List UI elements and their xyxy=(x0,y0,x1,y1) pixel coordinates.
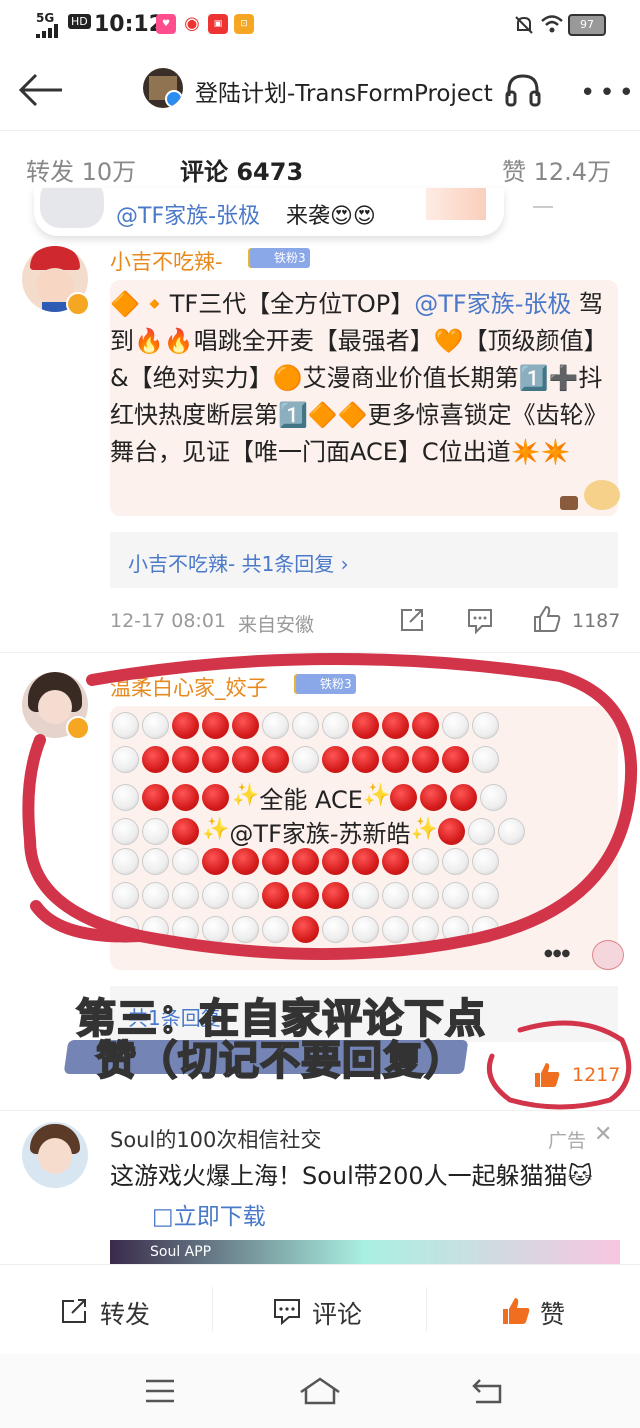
back-nav-icon[interactable] xyxy=(470,1376,504,1406)
weibo-icon: ◉ xyxy=(182,14,202,34)
verified-badge xyxy=(66,292,90,316)
hd-badge: HD xyxy=(68,14,91,29)
top-nav: 登陆计划-TransFormProject ••• xyxy=(0,50,640,131)
like-bar-icon[interactable] xyxy=(500,1295,532,1327)
tab-likes[interactable]: 赞 12.4万 xyxy=(502,152,611,187)
tab-comments[interactable]: 评论 6473 xyxy=(180,152,303,187)
card-decoration xyxy=(426,188,486,220)
signal-indicator: 5G xyxy=(36,11,55,25)
app-notification-icon-3: ⊡ xyxy=(234,14,254,34)
card-text: 来袭😍😍 xyxy=(286,204,376,229)
tab-reposts[interactable]: 转发 10万 xyxy=(26,152,136,187)
card-thumbnail xyxy=(40,188,104,228)
divider-dash xyxy=(533,206,553,208)
like-button[interactable]: 赞 xyxy=(540,1295,565,1331)
ad-text: 这游戏火爆上海！Soul带200人一起躲猫猫🐱 xyxy=(110,1162,593,1190)
card-mention[interactable]: @TF家族-张极 xyxy=(116,198,260,230)
divider xyxy=(426,1287,427,1331)
comment-icon[interactable] xyxy=(466,606,494,634)
more-options-icon[interactable]: ••• xyxy=(580,78,638,108)
comment-time: 12-17 08:01 xyxy=(110,610,227,632)
ad-banner[interactable]: Soul APP xyxy=(110,1240,620,1266)
back-arrow-icon[interactable] xyxy=(18,72,64,108)
battery-indicator: 97 xyxy=(568,14,606,36)
like-icon[interactable] xyxy=(532,604,562,634)
bottom-action-bar: 转发 评论 赞 xyxy=(0,1264,640,1355)
floating-comment-card[interactable]: @TF家族-张极 来袭😍😍 xyxy=(34,188,504,236)
share-icon[interactable] xyxy=(398,606,426,634)
wifi-icon xyxy=(541,15,563,33)
menu-icon[interactable] xyxy=(144,1378,176,1404)
sticker-decoration xyxy=(556,476,626,516)
divider xyxy=(212,1287,213,1331)
ad-username[interactable]: Soul的100次相信社交 xyxy=(110,1124,321,1154)
repost-icon[interactable] xyxy=(60,1297,90,1325)
reply-preview[interactable]: 小吉不吃辣- 共1条回复 › xyxy=(110,532,618,588)
like-count: 1187 xyxy=(572,610,621,632)
comment-bar-icon[interactable] xyxy=(272,1297,302,1325)
home-icon[interactable] xyxy=(298,1376,342,1406)
repost-button[interactable]: 转发 xyxy=(100,1295,150,1331)
account-avatar[interactable] xyxy=(143,68,183,108)
comment-mention[interactable]: @TF家族-张极 xyxy=(414,290,571,318)
headphones-icon[interactable] xyxy=(504,72,542,108)
divider-2 xyxy=(0,1110,640,1111)
signal-icon xyxy=(36,24,58,38)
comment-button[interactable]: 评论 xyxy=(312,1295,362,1331)
page-title: 登陆计划-TransFormProject xyxy=(195,81,493,107)
system-nav-bar xyxy=(0,1354,640,1428)
caption-line-2: 赞（切记不要回复） xyxy=(95,1037,465,1085)
ad-avatar[interactable] xyxy=(22,1122,88,1188)
app-notification-icon-2: ▣ xyxy=(208,14,228,34)
caption-line-1: 第三：在自家评论下点 xyxy=(75,995,486,1043)
status-bar: 5G HD 10:12 ♥ ◉ ▣ ⊡ 97 xyxy=(0,0,640,50)
comment-username[interactable]: 小吉不吃辣- xyxy=(110,246,223,276)
comment-text: 🔶🔸TF三代【全方位TOP】@TF家族-张极 驾到🔥🔥唱跳全开麦【最强者】🧡【顶… xyxy=(110,290,608,466)
ad-tag: 广告 xyxy=(548,1130,587,1152)
close-ad-icon[interactable]: ✕ xyxy=(594,1122,612,1147)
app-notification-icon: ♥ xyxy=(156,14,176,34)
fan-badge: 铁粉3 xyxy=(250,248,310,268)
mute-icon xyxy=(515,16,533,34)
ad-download-link[interactable]: □立即下载 xyxy=(152,1197,266,1231)
comment-location: 来自安徽 xyxy=(238,614,315,636)
clock: 10:12 xyxy=(94,12,165,37)
